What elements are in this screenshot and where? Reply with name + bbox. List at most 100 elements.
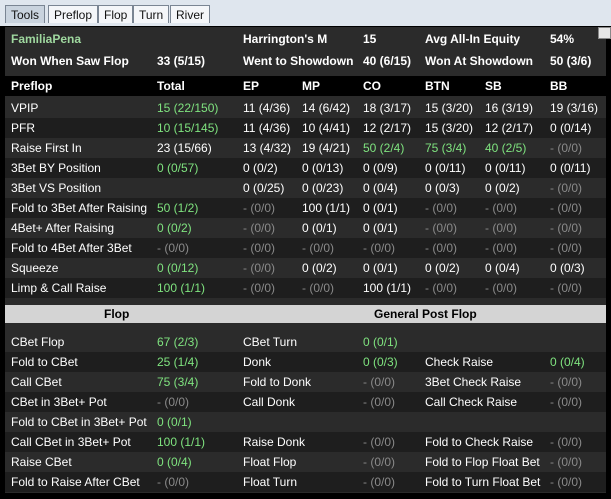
stat-label: Call Check Raise [425,395,518,409]
flop-row: Fold to Raise After CBet - (0/0) Float Tur… [5,472,606,492]
preflop-col-bb: BB [550,79,568,93]
tab-flop[interactable]: Flop [98,5,134,23]
stat-value: - (0/0) [550,221,583,235]
stat-value: 0 (0/25) [243,181,285,195]
stat-label: Raise Donk [243,435,306,449]
stat-label: Call CBet [11,375,62,389]
stat-value: - (0/0) [302,281,335,295]
preflop-col-btn: BTN [425,79,450,93]
stat-value: 0 (0/11) [425,161,466,175]
stat-value: - (0/0) [363,475,396,489]
summary-row-2: Won When Saw Flop 33 (5/15) Went to Show… [5,51,606,71]
stat-label: CBet Flop [11,335,65,349]
tab-tools[interactable]: Tools [5,5,46,23]
stat-label: Call Donk [243,395,296,409]
stat-value: - (0/0) [425,281,458,295]
stat-value: 11 (4/36) [243,121,291,135]
stat-value: 0 (0/12) [157,261,199,275]
stat-value: 0 (0/2) [243,161,278,175]
stat-value: 0 (0/1) [302,221,337,235]
stat-value: 12 (2/17) [485,121,534,135]
stat-value: 0 (0/1) [363,261,398,275]
stat-value: 13 (4/32) [243,141,292,155]
stat-value: 15 (3/20) [425,101,474,115]
equity-value: 54% [550,32,575,46]
stat-value: 40 (2/5) [485,141,527,155]
postflop-section-title: General Post Flop [374,307,477,321]
stat-value: - (0/0) [550,375,583,389]
tab-preflop[interactable]: Preflop [48,5,99,23]
tab-river[interactable]: River [170,5,211,23]
tab-turn[interactable]: Turn [133,5,170,23]
stat-value: 0 (0/4) [363,181,398,195]
stat-label: Float Flop [243,455,297,469]
preflop-col-total: Total [157,79,185,93]
player-name: FamiliaPena [11,32,82,46]
stat-value: 75 (3/4) [157,375,199,389]
wsd-label: Won At Showdown [425,54,533,68]
summary-row-1: FamiliaPena Harrington's M 15 Avg All-In… [5,29,606,49]
stat-label: Call CBet in 3Bet+ Pot [11,435,131,449]
stat-value: 14 (6/42) [302,101,351,115]
stat-value: - (0/0) [157,475,190,489]
stat-value: 10 (15/145) [157,121,219,135]
preflop-col-co: CO [363,79,381,93]
stat-label: Fold to Raise After CBet [11,475,140,489]
wtsd-value: 40 (6/15) [363,54,412,68]
stat-value: 0 (0/2) [485,181,520,195]
stat-value: 0 (0/9) [363,161,398,175]
flop-row: Call CBet 75 (3/4) Fold to Donk - (0/0) 3Bet… [5,372,606,392]
stat-value: - (0/0) [363,435,396,449]
stat-label: Fold to 4Bet After 3Bet [11,241,132,255]
stat-value: - (0/0) [243,221,276,235]
stat-label: Fold to CBet in 3Bet+ Pot [11,415,147,429]
stat-value: - (0/0) [243,201,276,215]
stat-value: - (0/0) [363,241,396,255]
flop-row: CBet Flop 67 (2/3) CBet Turn 0 (0/1) [5,332,606,352]
stat-value: 100 (1/1) [157,435,206,449]
stat-label: CBet Turn [243,335,298,349]
stat-value: - (0/0) [243,261,276,275]
stat-value: 100 (1/1) [363,281,412,295]
stat-value: - (0/0) [243,281,276,295]
section-header-bar: Flop General Post Flop [5,305,606,323]
stat-value: 0 (0/4) [485,261,520,275]
stat-value: 15 (3/20) [425,121,474,135]
stat-value: 0 (0/1) [157,415,192,429]
stat-value: 0 (0/1) [363,221,398,235]
stat-value: - (0/0) [243,241,276,255]
stat-label: Float Turn [243,475,298,489]
stat-value: 0 (0/57) [157,161,199,175]
stat-value: - (0/0) [485,241,518,255]
stat-value: - (0/0) [550,455,583,469]
stat-label: Fold to 3Bet After Raising [11,201,148,215]
preflop-col-stat: Preflop [11,79,53,93]
stat-value: 0 (0/13) [302,161,344,175]
preflop-header: Preflop Total EP MP CO BTN SB BB [5,76,606,96]
preflop-row: Fold to 3Bet After Raising 50 (1/2) - (0/0… [5,198,606,218]
preflop-row: Limp & Call Raise 100 (1/1) - (0/0) - (0/0)… [5,278,606,298]
wwsf-label: Won When Saw Flop [11,54,129,68]
stat-value: 0 (0/11) [550,161,591,175]
stat-label: Limp & Call Raise [11,281,107,295]
wwsf-value: 33 (5/15) [157,54,206,68]
stat-value: - (0/0) [550,475,583,489]
stat-value: 0 (0/2) [425,261,460,275]
stat-value: 100 (1/1) [302,201,351,215]
preflop-row: Squeeze 0 (0/12) - (0/0) 0 (0/2) 0 (0/1) 0 (0… [5,258,606,278]
preflop-row: 3Bet BY Position 0 (0/57) 0 (0/2) 0 (0/13) 0… [5,158,606,178]
stat-value: 0 (0/2) [302,261,337,275]
stat-value: - (0/0) [157,241,190,255]
scroll-up-button[interactable] [598,27,611,39]
stat-value: - (0/0) [485,221,518,235]
stat-value: 18 (3/17) [363,101,412,115]
flop-row: Call CBet in 3Bet+ Pot 100 (1/1) Raise Don… [5,432,606,452]
stat-label: Fold to CBet [11,355,78,369]
preflop-row: PFR 10 (15/145) 11 (4/36) 10 (4/41) 12 (2/17… [5,118,606,138]
stat-value: 25 (1/4) [157,355,199,369]
stat-value: 16 (3/19) [485,101,534,115]
stat-value: 100 (1/1) [157,281,206,295]
stat-value: 0 (0/1) [363,201,398,215]
stat-value: - (0/0) [550,281,583,295]
stat-label: Raise CBet [11,455,72,469]
